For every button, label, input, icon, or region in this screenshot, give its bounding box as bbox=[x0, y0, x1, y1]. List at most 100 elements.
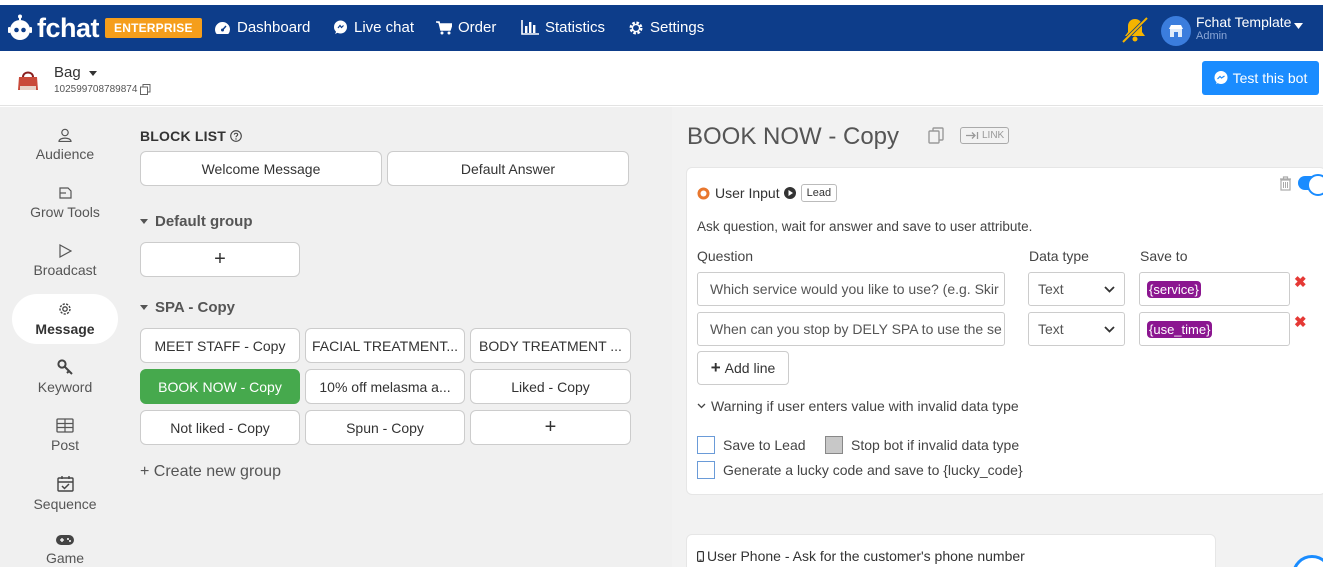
sidebar-label: Grow Tools bbox=[30, 204, 100, 220]
add-line-button[interactable]: + Add line bbox=[697, 351, 789, 385]
duplicate-icon[interactable] bbox=[928, 127, 944, 144]
stop-bot-option[interactable]: Stop bot if invalid data type bbox=[825, 436, 1019, 454]
save-to-field[interactable]: {service} bbox=[1139, 272, 1290, 306]
block-item[interactable]: FACIAL TREATMENT... bbox=[305, 328, 465, 363]
warning-toggle[interactable]: Warning if user enters value with invali… bbox=[697, 398, 1019, 414]
question-input[interactable]: When can you stop by DELY SPA to use the… bbox=[697, 312, 1005, 346]
dashboard-icon bbox=[215, 21, 230, 34]
robot-logo-icon bbox=[8, 14, 32, 40]
enterprise-badge: ENTERPRISE bbox=[105, 18, 202, 38]
message-icon bbox=[59, 303, 71, 315]
block-item[interactable]: Not liked - Copy bbox=[140, 410, 300, 445]
page-header: Bag 102599708789874 Test this bot bbox=[0, 51, 1323, 106]
block-welcome-message[interactable]: Welcome Message bbox=[140, 151, 382, 186]
data-type-select[interactable]: Text bbox=[1028, 272, 1125, 306]
logo-text: fchat bbox=[37, 13, 100, 43]
block-enabled-toggle[interactable] bbox=[1298, 174, 1323, 196]
column-question: Question bbox=[697, 248, 754, 264]
grow-tools-icon bbox=[59, 187, 72, 199]
page-selector[interactable]: Bag bbox=[54, 64, 97, 81]
page-id-value: 102599708789874 bbox=[54, 84, 138, 95]
sidebar-item-keyword[interactable]: Keyword bbox=[12, 352, 118, 402]
question-input[interactable]: Which service would you like to use? (e.… bbox=[697, 272, 1005, 306]
stop-bot-checkbox[interactable] bbox=[825, 436, 843, 454]
test-bot-button[interactable]: Test this bot bbox=[1202, 61, 1319, 95]
fchat-logo[interactable]: fchat bbox=[6, 13, 100, 43]
nav-statistics[interactable]: Statistics bbox=[521, 19, 605, 36]
sidebar-item-grow-tools[interactable]: Grow Tools bbox=[12, 178, 118, 228]
broadcast-icon bbox=[59, 244, 72, 258]
block-title[interactable]: BOOK NOW - Copy bbox=[687, 123, 899, 151]
block-item[interactable]: Liked - Copy bbox=[470, 369, 631, 404]
block-list-panel: BLOCK LIST Welcome Message Default Answe… bbox=[130, 107, 672, 567]
lead-tag[interactable]: Lead bbox=[800, 184, 838, 202]
chevron-down-icon bbox=[88, 70, 97, 76]
post-icon bbox=[56, 417, 74, 433]
sidebar-label: Message bbox=[35, 321, 95, 337]
sidebar-label: Sequence bbox=[33, 495, 97, 512]
sidebar-label: Game bbox=[45, 550, 85, 566]
sidebar-item-sequence[interactable]: Sequence bbox=[12, 468, 118, 518]
create-new-group-link[interactable]: + Create new group bbox=[140, 463, 281, 481]
column-save-to: Save to bbox=[1140, 248, 1188, 264]
left-sidebar: Audience Grow Tools Broadcast Message Ke… bbox=[0, 107, 130, 567]
messenger-icon bbox=[1214, 71, 1228, 84]
remove-row-icon[interactable]: ✖ bbox=[1294, 313, 1307, 331]
block-item-selected[interactable]: BOOK NOW - Copy bbox=[140, 369, 300, 404]
chevron-down-icon[interactable] bbox=[1294, 23, 1303, 29]
lucky-code-checkbox[interactable] bbox=[697, 461, 715, 479]
keyword-icon bbox=[57, 359, 73, 375]
avatar[interactable] bbox=[1161, 16, 1191, 46]
lucky-code-option[interactable]: Generate a lucky code and save to {lucky… bbox=[697, 461, 1023, 479]
nav-dashboard[interactable]: Dashboard bbox=[214, 19, 310, 36]
block-item[interactable]: 10% off melasma a... bbox=[305, 369, 465, 404]
save-to-lead-option[interactable]: Save to Lead bbox=[697, 436, 806, 454]
block-list-title: BLOCK LIST bbox=[140, 128, 242, 144]
user-input-icon bbox=[697, 187, 710, 199]
save-to-field[interactable]: {use_time} bbox=[1139, 312, 1290, 346]
add-block-button[interactable]: + bbox=[470, 410, 631, 445]
trash-icon[interactable] bbox=[1279, 176, 1292, 191]
link-button[interactable]: LINK bbox=[960, 127, 1010, 144]
sidebar-item-audience[interactable]: Audience bbox=[12, 120, 118, 170]
copy-icon[interactable] bbox=[140, 84, 151, 95]
add-block-button[interactable]: + bbox=[140, 242, 300, 277]
sidebar-item-post[interactable]: Post bbox=[12, 410, 118, 460]
support-chat-icon[interactable] bbox=[1292, 555, 1323, 567]
sidebar-item-message[interactable]: Message bbox=[12, 294, 118, 344]
user-input-header: User Input Lead bbox=[697, 184, 838, 202]
block-item[interactable]: Spun - Copy bbox=[305, 410, 465, 445]
remove-row-icon[interactable]: ✖ bbox=[1294, 273, 1307, 291]
nav-live-chat[interactable]: Live chat bbox=[333, 19, 414, 36]
nav-live-chat-label: Live chat bbox=[354, 19, 415, 36]
group-default-name: Default group bbox=[155, 213, 253, 230]
sidebar-item-game[interactable]: Game bbox=[12, 525, 118, 567]
sidebar-label: Audience bbox=[35, 146, 95, 162]
play-icon[interactable] bbox=[783, 187, 796, 199]
caret-down-icon bbox=[140, 219, 148, 224]
user-input-card: User Input Lead Ask question, wait for a… bbox=[686, 167, 1323, 495]
nav-settings[interactable]: Settings bbox=[628, 19, 704, 36]
user-phone-label: User Phone - Ask for the customer's phon… bbox=[707, 548, 1025, 564]
block-item[interactable]: MEET STAFF - Copy bbox=[140, 328, 300, 363]
block-default-answer[interactable]: Default Answer bbox=[387, 151, 629, 186]
help-icon[interactable] bbox=[230, 130, 242, 142]
account-name[interactable]: Fchat Template bbox=[1196, 14, 1291, 30]
group-default[interactable]: Default group bbox=[140, 213, 253, 230]
top-navbar: fchat ENTERPRISE Dashboard Live chat Ord… bbox=[0, 5, 1323, 51]
phone-icon bbox=[697, 550, 704, 562]
notification-off-icon[interactable] bbox=[1120, 15, 1150, 45]
user-phone-card[interactable]: User Phone - Ask for the customer's phon… bbox=[686, 534, 1216, 567]
group-spa-copy[interactable]: SPA - Copy bbox=[140, 299, 235, 316]
data-type-select[interactable]: Text bbox=[1028, 312, 1125, 346]
block-item[interactable]: BODY TREATMENT ... bbox=[470, 328, 631, 363]
nav-order[interactable]: Order bbox=[436, 19, 496, 36]
sidebar-label: Keyword bbox=[37, 379, 93, 395]
sidebar-item-broadcast[interactable]: Broadcast bbox=[12, 236, 118, 286]
save-to-lead-checkbox[interactable] bbox=[697, 436, 715, 454]
stop-bot-label: Stop bot if invalid data type bbox=[851, 437, 1020, 453]
warning-label: Warning if user enters value with invali… bbox=[711, 398, 1019, 414]
page-name: Bag bbox=[54, 64, 81, 81]
nav-dashboard-label: Dashboard bbox=[237, 19, 311, 36]
nav-settings-label: Settings bbox=[650, 19, 705, 36]
